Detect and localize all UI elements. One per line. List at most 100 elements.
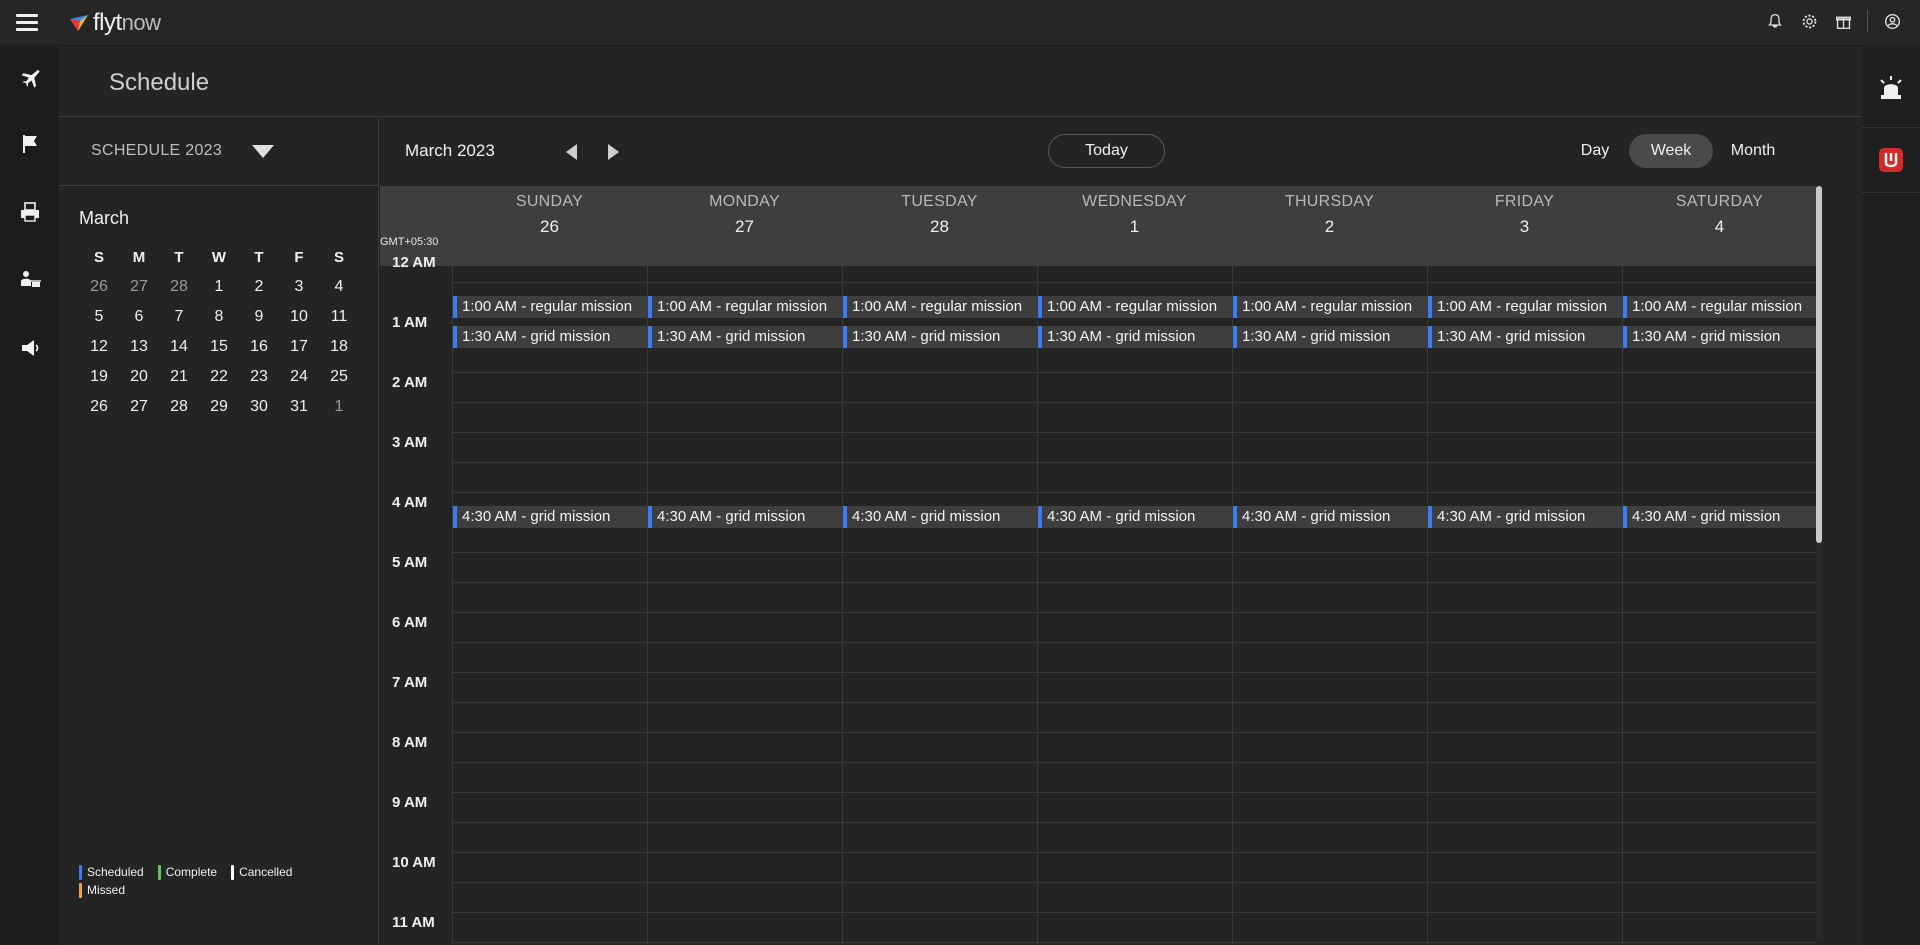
mission-event[interactable]: 4:30 AM - grid mission xyxy=(843,506,1037,528)
day-column-header[interactable]: SATURDAY 4 xyxy=(1622,186,1817,248)
day-name: MONDAY xyxy=(709,193,780,210)
day-column-header[interactable]: TUESDAY 28 xyxy=(842,186,1037,248)
mini-calendar-date[interactable]: 5 xyxy=(79,308,119,326)
next-week-icon[interactable] xyxy=(608,144,619,160)
previous-week-icon[interactable] xyxy=(566,144,577,160)
mission-event[interactable]: 1:30 AM - grid mission xyxy=(1233,326,1427,348)
mission-event[interactable]: 1:30 AM - grid mission xyxy=(453,326,647,348)
mission-event[interactable]: 1:00 AM - regular mission xyxy=(843,296,1037,318)
mini-calendar-date[interactable]: 2 xyxy=(239,278,279,296)
day-column-header[interactable]: FRIDAY 3 xyxy=(1427,186,1622,248)
mini-calendar-date[interactable]: 31 xyxy=(279,398,319,416)
mission-event[interactable]: 1:30 AM - grid mission xyxy=(648,326,842,348)
mini-calendar-date[interactable]: 20 xyxy=(119,368,159,386)
day-column-divider xyxy=(647,248,648,945)
calendar-scrollbar[interactable] xyxy=(1816,186,1822,938)
printer-icon[interactable] xyxy=(19,201,41,223)
mission-event[interactable]: 4:30 AM - grid mission xyxy=(1428,506,1622,528)
mini-calendar-date[interactable]: 25 xyxy=(319,368,359,386)
status-legend: Scheduled Complete Cancelled Missed xyxy=(79,863,359,899)
mini-calendar-date[interactable]: 22 xyxy=(199,368,239,386)
day-column-header[interactable]: WEDNESDAY 1 xyxy=(1037,186,1232,248)
mission-event[interactable]: 1:00 AM - regular mission xyxy=(1038,296,1232,318)
mini-calendar-date[interactable]: 12 xyxy=(79,338,119,356)
mini-calendar-date[interactable]: 14 xyxy=(159,338,199,356)
hour-line xyxy=(452,552,1816,553)
mini-calendar-date[interactable]: 28 xyxy=(159,398,199,416)
half-hour-line xyxy=(452,402,1816,403)
mini-calendar-date[interactable]: 1 xyxy=(199,278,239,296)
alarm-siren-icon[interactable] xyxy=(1862,55,1920,121)
bell-icon[interactable] xyxy=(1765,11,1785,31)
gear-icon[interactable] xyxy=(1799,11,1819,31)
mission-event[interactable]: 4:30 AM - grid mission xyxy=(648,506,842,528)
mission-event[interactable]: 1:00 AM - regular mission xyxy=(1233,296,1427,318)
mini-calendar-date[interactable]: 23 xyxy=(239,368,279,386)
today-button[interactable]: Today xyxy=(1048,134,1165,168)
mini-calendar-date[interactable]: 16 xyxy=(239,338,279,356)
mini-calendar-date[interactable]: 8 xyxy=(199,308,239,326)
schedule-selector[interactable]: SCHEDULE 2023 xyxy=(59,118,379,186)
mini-calendar-date[interactable]: 1 xyxy=(319,398,359,416)
mini-calendar-date[interactable]: 27 xyxy=(119,398,159,416)
mission-event[interactable]: 1:30 AM - grid mission xyxy=(1623,326,1816,348)
day-column-header[interactable]: SUNDAY 26 xyxy=(452,186,647,248)
mini-calendar-date[interactable]: 6 xyxy=(119,308,159,326)
app-logo[interactable]: flytnow xyxy=(68,9,161,36)
mini-calendar-date[interactable]: 19 xyxy=(79,368,119,386)
mini-calendar-date[interactable]: 4 xyxy=(319,278,359,296)
legend-swatch xyxy=(79,864,82,880)
dropdown-arrow-icon[interactable] xyxy=(252,145,274,158)
mini-calendar-weekday-row: SMTWTFS xyxy=(79,242,359,272)
mini-calendar-date[interactable]: 15 xyxy=(199,338,239,356)
mini-calendar-date[interactable]: 9 xyxy=(239,308,279,326)
mini-calendar-date[interactable]: 17 xyxy=(279,338,319,356)
week-view-button[interactable]: Week xyxy=(1629,134,1713,168)
day-name: SATURDAY xyxy=(1675,193,1764,210)
mini-calendar-date[interactable]: 27 xyxy=(119,278,159,296)
mission-event[interactable]: 1:00 AM - regular mission xyxy=(648,296,842,318)
mini-calendar-date[interactable]: 7 xyxy=(159,308,199,326)
mini-calendar-date[interactable]: 26 xyxy=(79,398,119,416)
gift-icon[interactable] xyxy=(1833,11,1853,31)
day-column-header[interactable]: MONDAY 27 xyxy=(647,186,842,248)
mini-calendar-date[interactable]: 29 xyxy=(199,398,239,416)
plane-icon[interactable] xyxy=(19,67,41,89)
mission-event[interactable]: 1:00 AM - regular mission xyxy=(1623,296,1816,318)
mini-calendar-date[interactable]: 30 xyxy=(239,398,279,416)
mini-calendar-date[interactable]: 13 xyxy=(119,338,159,356)
flag-icon[interactable] xyxy=(19,133,41,155)
mini-calendar-date[interactable]: 18 xyxy=(319,338,359,356)
mini-calendar-date[interactable]: 21 xyxy=(159,368,199,386)
day-column-header[interactable]: THURSDAY 2 xyxy=(1232,186,1427,248)
month-view-button[interactable]: Month xyxy=(1713,134,1793,168)
mission-event[interactable]: 1:00 AM - regular mission xyxy=(1428,296,1622,318)
mini-calendar-date[interactable]: 28 xyxy=(159,278,199,296)
weekday-head: S xyxy=(93,248,104,266)
mission-event[interactable]: 4:30 AM - grid mission xyxy=(1623,506,1816,528)
mission-event[interactable]: 1:30 AM - grid mission xyxy=(843,326,1037,348)
day-view-button[interactable]: Day xyxy=(1565,134,1625,168)
mini-calendar-date[interactable]: 11 xyxy=(319,308,359,326)
mini-calendar-date[interactable]: 26 xyxy=(79,278,119,296)
hour-label: 12 AM xyxy=(392,254,436,271)
user-circle-icon[interactable] xyxy=(1882,11,1902,31)
hamburger-menu-icon[interactable] xyxy=(16,14,38,32)
mini-calendar-date[interactable]: 24 xyxy=(279,368,319,386)
mission-event[interactable]: 1:00 AM - regular mission xyxy=(453,296,647,318)
hour-label: 8 AM xyxy=(392,734,428,751)
hour-label: 6 AM xyxy=(392,614,428,631)
mission-event[interactable]: 4:30 AM - grid mission xyxy=(1233,506,1427,528)
mini-calendar-date[interactable]: 3 xyxy=(279,278,319,296)
mission-event[interactable]: 4:30 AM - grid mission xyxy=(1038,506,1232,528)
mini-calendar-date[interactable]: 10 xyxy=(279,308,319,326)
legend-item: Complete xyxy=(157,864,217,880)
scrollbar-thumb[interactable] xyxy=(1816,186,1822,543)
calendar-time-grid[interactable]: 12 AM 1 AM 2 AM 3 AM 4 AM 5 AM 6 AM 7 AM 8 AM 9 A… xyxy=(380,248,1816,945)
mission-event[interactable]: 1:30 AM - grid mission xyxy=(1428,326,1622,348)
mission-event[interactable]: 4:30 AM - grid mission xyxy=(453,506,647,528)
user-drone-icon[interactable] xyxy=(19,269,41,291)
red-app-icon[interactable] xyxy=(1862,127,1920,193)
mission-event[interactable]: 1:30 AM - grid mission xyxy=(1038,326,1232,348)
megaphone-icon[interactable] xyxy=(19,337,41,359)
